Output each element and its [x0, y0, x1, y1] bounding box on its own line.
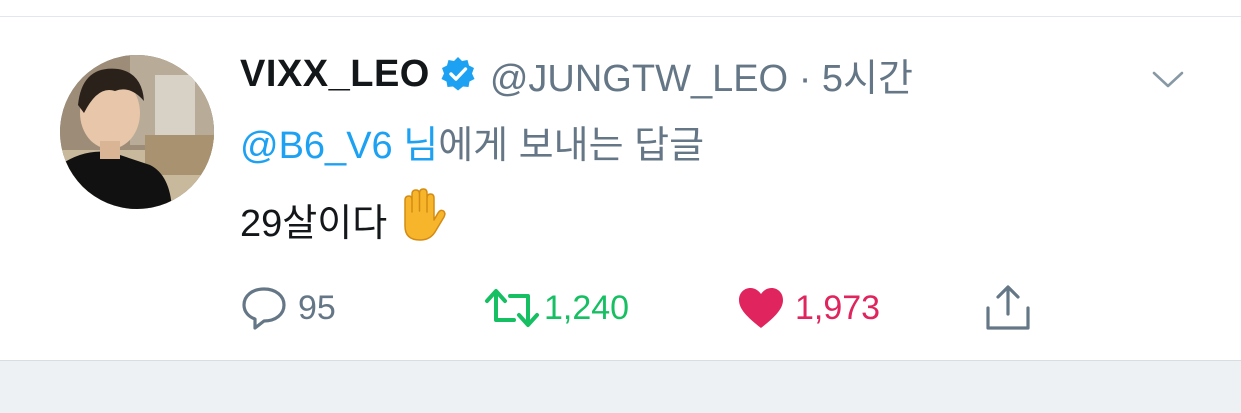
handle-time: @JUNGTW_LEO · 5시간: [490, 47, 913, 102]
like-count: 1,973: [795, 288, 881, 327]
raised-hand-emoji: [391, 186, 447, 242]
retweet-button[interactable]: 1,240: [484, 283, 629, 333]
like-button[interactable]: 1,973: [737, 283, 880, 333]
retweet-icon: [485, 289, 539, 327]
reply-context: @B6_V6 님에게 보내는 답글: [240, 114, 704, 169]
avatar[interactable]: [60, 55, 214, 209]
display-name[interactable]: VIXX_LEO: [240, 53, 430, 96]
reply-button[interactable]: 95: [240, 283, 336, 333]
separator: ·: [798, 57, 812, 100]
timeline-gap: [0, 361, 1241, 413]
chevron-down-icon[interactable]: [1150, 67, 1186, 91]
tweet-header: VIXX_LEO @JUNGTW_LEO · 5시간: [240, 52, 913, 100]
tweet-card[interactable]: VIXX_LEO @JUNGTW_LEO · 5시간 @B6_V6 님에게 보내…: [0, 17, 1241, 360]
retweet-count: 1,240: [544, 288, 630, 327]
reply-mention-link[interactable]: @B6_V6 님: [240, 125, 438, 167]
tweet-body: 29살이다: [240, 203, 388, 245]
heart-icon: [739, 288, 783, 328]
timestamp[interactable]: 5시간: [822, 58, 913, 100]
verified-badge-icon: [440, 56, 476, 92]
tweet-text: 29살이다: [240, 187, 447, 247]
share-button[interactable]: [982, 283, 1034, 333]
reply-count: 95: [298, 288, 336, 327]
reply-context-text: 에게 보내는 답글: [438, 125, 705, 167]
reply-icon: [242, 287, 286, 330]
handle[interactable]: @JUNGTW_LEO: [490, 58, 788, 100]
share-icon: [986, 285, 1030, 330]
